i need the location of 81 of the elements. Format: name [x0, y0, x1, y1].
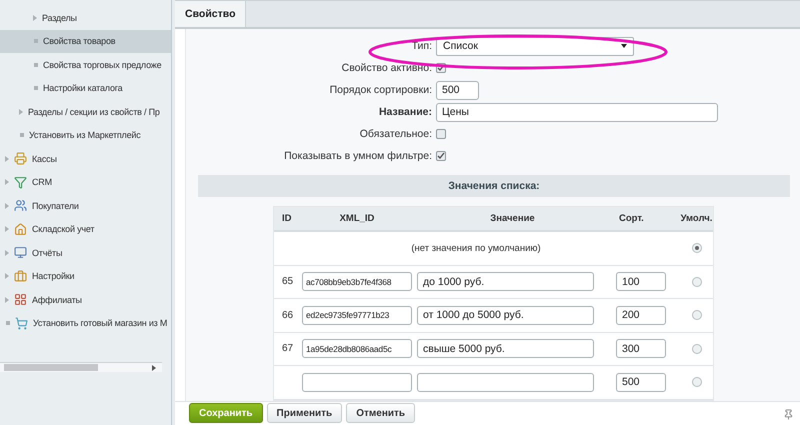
sidebar-item[interactable]: Настройки каталога [0, 76, 171, 100]
column-header: Умолч. [680, 213, 714, 224]
radio-button[interactable] [692, 276, 702, 287]
table-cell-text: (нет значения по умолчанию) [410, 242, 542, 254]
column-header: ID [281, 213, 292, 224]
expand-arrow-icon [33, 14, 37, 21]
sidebar-item[interactable]: CRM [0, 170, 171, 194]
sidebar-item[interactable]: Кассы [0, 147, 171, 170]
bullet-icon [20, 133, 24, 138]
field-label: Название: [378, 106, 432, 118]
sidebar-item[interactable]: Установить готовый магазин из М [0, 312, 171, 335]
field-label: Тип: [410, 40, 432, 52]
sidebar-item[interactable]: Настройки [0, 264, 171, 288]
radio-button[interactable] [692, 243, 702, 254]
sidebar-item[interactable]: Свойства товаров [0, 30, 171, 53]
sidebar-item[interactable]: Свойства торговых предложе [0, 53, 171, 76]
checkbox[interactable] [436, 151, 446, 162]
tab[interactable]: Свойство [175, 1, 246, 28]
filter-icon [14, 176, 27, 189]
table-cell-text: 67 [281, 343, 294, 354]
column-header: XML_ID [338, 213, 376, 224]
users-icon [14, 199, 27, 212]
printer-icon [14, 152, 27, 166]
sidebar-item[interactable]: Отчёты [0, 241, 171, 264]
field-label: Обязательное: [358, 128, 432, 140]
input-field[interactable]: 500 [436, 80, 479, 100]
briefcase-icon [14, 270, 27, 283]
expand-arrow-icon [5, 202, 9, 209]
caret-icon [621, 44, 627, 48]
sidebar-item[interactable]: Разделы [0, 6, 171, 30]
expand-arrow-icon [5, 296, 9, 303]
pin-icon[interactable] [783, 408, 794, 420]
expand-arrow-icon [5, 273, 9, 280]
radio-button[interactable] [692, 344, 702, 354]
section-title: Значения списка: [448, 180, 540, 192]
input-field[interactable]: от 1000 до 5000 руб. [417, 306, 594, 325]
expand-arrow-icon [5, 250, 9, 256]
house-icon [14, 222, 27, 236]
sidebar-item[interactable]: Аффилиаты [0, 288, 171, 312]
field-label: Порядок сортировки: [328, 84, 432, 96]
input-field[interactable]: свыше 5000 руб. [417, 339, 594, 358]
input-field[interactable] [302, 372, 412, 392]
bullet-icon [34, 62, 38, 67]
bullet-icon [6, 321, 10, 326]
grid-icon [14, 293, 27, 306]
input-field[interactable]: 1a95de28db8086aad5c [302, 339, 412, 358]
field-label: Свойство активно: [340, 62, 432, 74]
input-field[interactable]: ed2ec9735fe97771b23 [302, 306, 412, 325]
field-label: Показывать в умном фильтре: [283, 150, 432, 162]
cart-icon [15, 316, 28, 330]
expand-arrow-icon [5, 226, 9, 232]
input-field[interactable] [417, 372, 594, 392]
input-field[interactable]: 500 [616, 372, 666, 392]
scrollbar-thumb[interactable] [4, 364, 98, 371]
sidebar-item[interactable]: Покупатели [0, 194, 171, 218]
radio-button[interactable] [692, 310, 702, 320]
bullet-icon [34, 86, 38, 90]
expand-arrow-icon [5, 156, 9, 162]
input-field[interactable]: 200 [616, 306, 666, 325]
expand-arrow-icon [5, 179, 9, 186]
column-header: Значение [489, 213, 536, 224]
input-field[interactable]: Цены [436, 102, 718, 122]
checkbox[interactable] [436, 129, 446, 140]
table-cell-text: 65 [281, 276, 294, 288]
sidebar-item[interactable]: Разделы / секции из свойств / Пр [0, 100, 171, 124]
scroll-right-icon[interactable] [152, 365, 156, 371]
input-field[interactable]: ac708bb9eb3b7fe4f368 [302, 272, 412, 292]
sidebar-item[interactable]: Установить из Маркетплейс [0, 124, 171, 147]
input-field[interactable]: 100 [616, 272, 666, 292]
radio-button[interactable] [692, 377, 702, 388]
horizontal-scrollbar[interactable] [0, 362, 162, 372]
column-header: Сорт. [618, 213, 645, 224]
bullet-icon [34, 39, 38, 44]
input-field[interactable]: 300 [616, 339, 666, 358]
monitor-icon [14, 246, 27, 260]
footer-button[interactable]: Применить [266, 403, 342, 424]
sidebar-item[interactable]: Складской учет [0, 218, 171, 241]
expand-arrow-icon [19, 108, 23, 115]
table-cell-text: 66 [281, 310, 294, 321]
input-field[interactable]: до 1000 руб. [417, 272, 594, 292]
footer-button[interactable]: Отменить [346, 403, 416, 424]
